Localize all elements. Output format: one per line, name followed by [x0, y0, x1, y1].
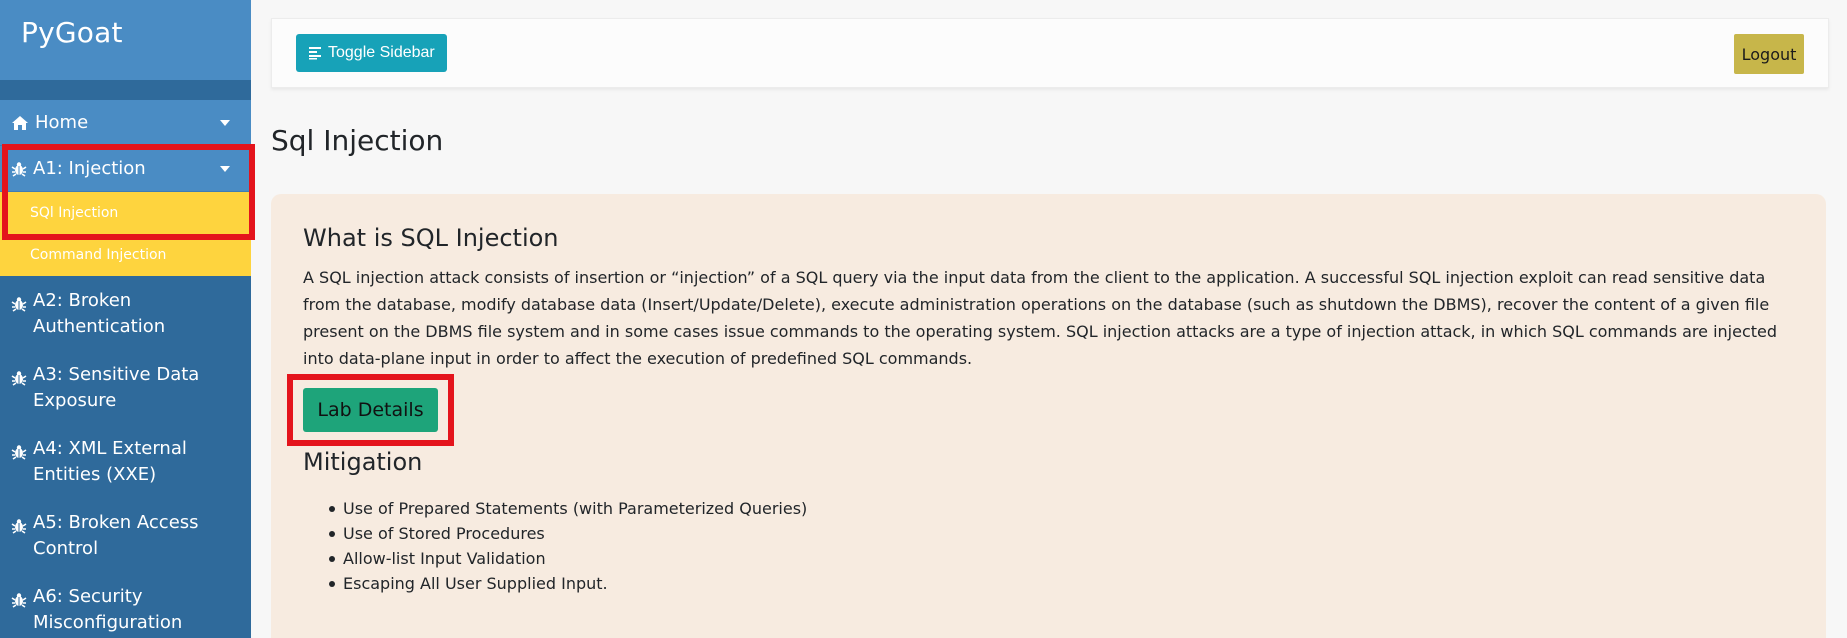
- sidebar-item-label: A6: Security Misconfiguration: [33, 586, 183, 633]
- content-card: What is SQL Injection A SQL injection at…: [271, 194, 1826, 638]
- sidebar-item-label: A4: XML External Entities (XXE): [33, 438, 187, 485]
- bug-icon: [11, 510, 27, 536]
- bug-icon: [11, 584, 27, 610]
- list-item: Use of Stored Procedures: [328, 521, 807, 546]
- home-icon: [11, 110, 29, 136]
- bug-icon: [11, 436, 27, 462]
- list-item: Escaping All User Supplied Input.: [328, 571, 807, 596]
- sidebar-item-injection[interactable]: A1: Injection SQl Injection Command Inje…: [0, 146, 251, 276]
- bug-icon: [11, 362, 27, 388]
- topbar: Toggle Sidebar Logout: [271, 18, 1829, 88]
- logout-button[interactable]: Logout: [1734, 34, 1804, 74]
- sidebar-item-label: A3: Sensitive Data Exposure: [33, 364, 200, 411]
- sidebar-item-broken-authentication[interactable]: A2: Broken Authentication: [0, 276, 251, 350]
- sidebar-item-sensitive-data[interactable]: A3: Sensitive Data Exposure: [0, 350, 251, 424]
- submenu-item-command-injection[interactable]: Command Injection: [0, 234, 251, 276]
- submenu-item-sql-injection[interactable]: SQl Injection: [0, 192, 251, 234]
- list-item: Use of Prepared Statements (with Paramet…: [328, 496, 807, 521]
- page-title: Sql Injection: [271, 124, 444, 157]
- list-item: Allow-list Input Validation: [328, 546, 807, 571]
- caret-down-icon: [220, 165, 230, 172]
- sidebar-item-label: A2: Broken Authentication: [33, 290, 166, 337]
- brand-logo[interactable]: PyGoat: [21, 16, 230, 49]
- sidebar-spacer: [0, 80, 251, 100]
- sidebar-header: PyGoat: [0, 0, 251, 80]
- toggle-sidebar-label: Toggle Sidebar: [328, 44, 435, 61]
- sidebar-item-label: A5: Broken Access Control: [33, 512, 199, 559]
- sidebar-item-home[interactable]: Home: [0, 100, 251, 146]
- bug-icon: [11, 156, 27, 182]
- mitigation-list: Use of Prepared Statements (with Paramet…: [328, 496, 807, 596]
- sidebar: PyGoat Home A1: Injection SQl Injection …: [0, 0, 251, 638]
- bug-icon: [11, 288, 27, 314]
- align-left-icon: [308, 44, 322, 62]
- sidebar-item-xxe[interactable]: A4: XML External Entities (XXE): [0, 424, 251, 498]
- mitigation-title: Mitigation: [303, 448, 423, 476]
- card-description: A SQL injection attack consists of inser…: [303, 268, 1778, 368]
- sidebar-item-label: A1: Injection: [33, 157, 146, 179]
- sidebar-item-security-misconfig[interactable]: A6: Security Misconfiguration: [0, 572, 251, 638]
- lab-details-button[interactable]: Lab Details: [303, 388, 438, 432]
- card-title: What is SQL Injection: [303, 224, 559, 252]
- caret-down-icon: [220, 119, 230, 126]
- sidebar-item-broken-access[interactable]: A5: Broken Access Control: [0, 498, 251, 572]
- sidebar-item-label: Home: [35, 111, 89, 133]
- toggle-sidebar-button[interactable]: Toggle Sidebar: [296, 34, 447, 72]
